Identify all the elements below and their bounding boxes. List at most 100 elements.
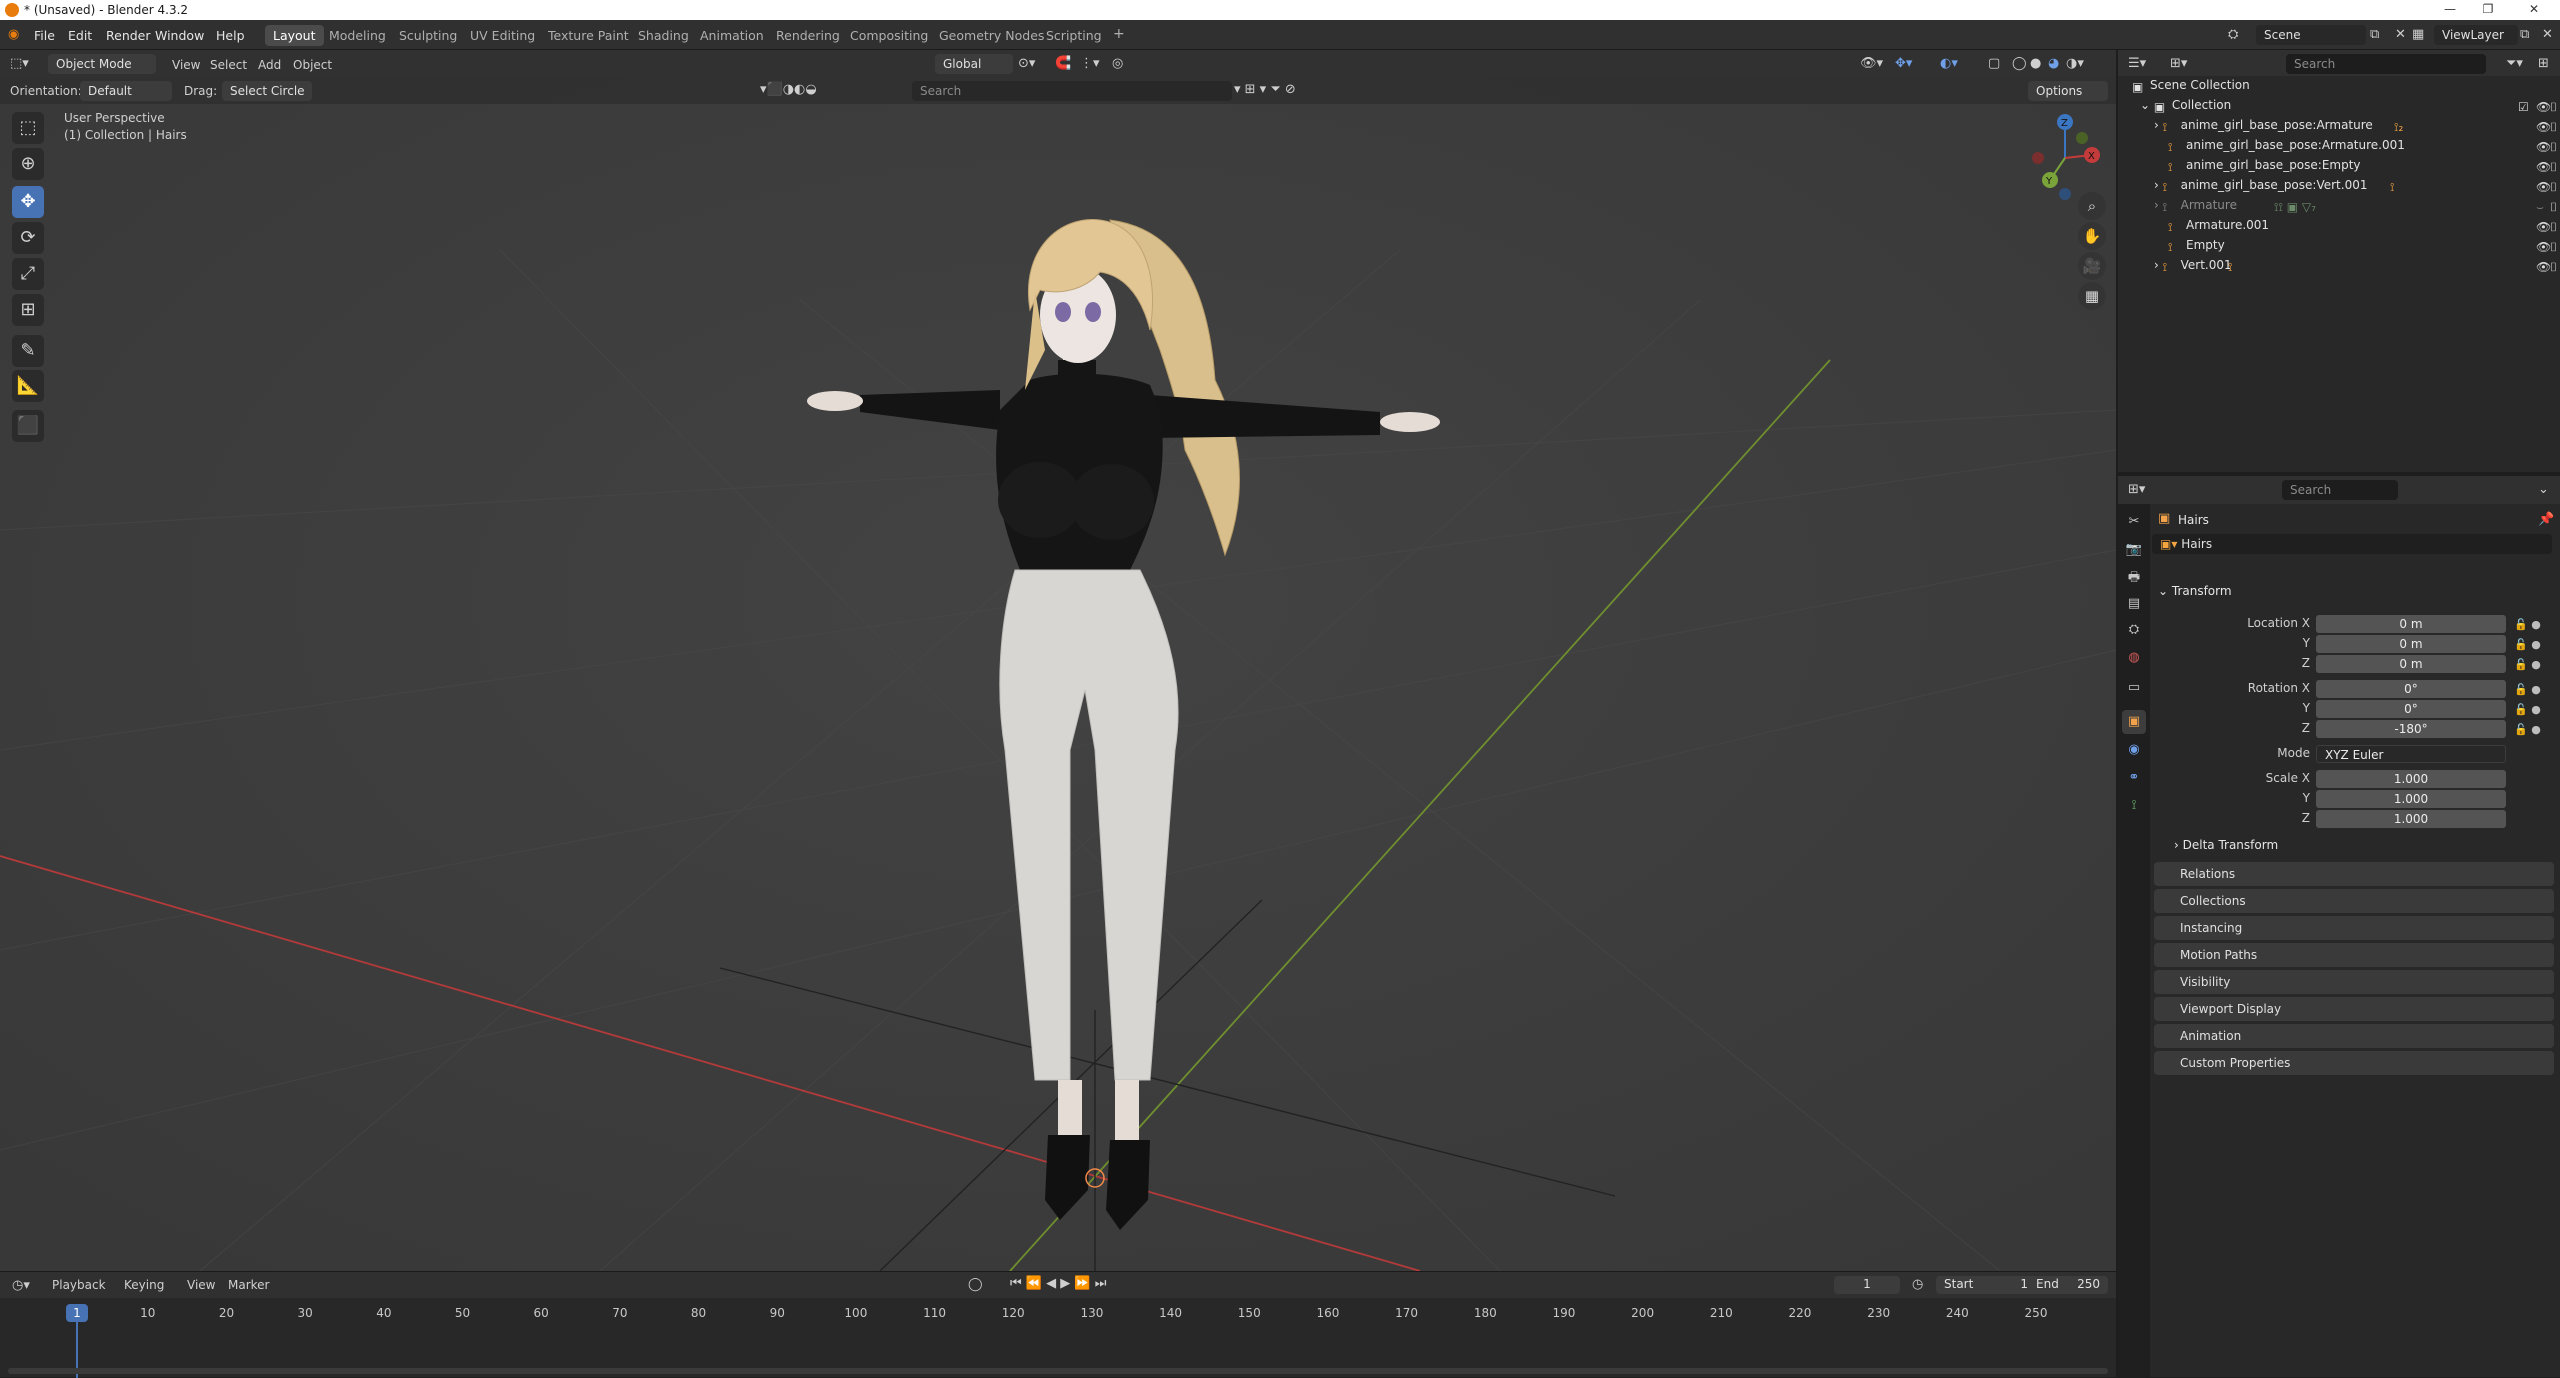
rendered-shading-icon[interactable]: ◑▾ — [2066, 56, 2084, 71]
gizmo-toggle-icon[interactable]: ✥▾ — [1895, 56, 1912, 71]
expand-arrow-icon[interactable]: › — [2154, 118, 2163, 132]
collapse-arrow-icon[interactable]: ⌄ — [2140, 98, 2154, 112]
tab-scripting[interactable]: Scripting — [1038, 25, 1110, 46]
current-frame-field[interactable]: 1 — [1834, 1276, 1900, 1294]
display-mode-icon[interactable]: ⊞▾ — [2170, 56, 2187, 71]
collections-panel[interactable]: Collections — [2154, 889, 2554, 913]
rotation-z-field[interactable]: -180° — [2316, 720, 2506, 738]
scene-tab-icon[interactable]: ⛭ — [2122, 618, 2146, 642]
pan-view-icon[interactable]: ✋ — [2078, 222, 2106, 250]
new-scene-icon[interactable]: ⧉ — [2370, 27, 2379, 42]
menu-timeline-view[interactable]: View — [187, 1278, 215, 1292]
outliner-editor-icon[interactable]: ☰▾ — [2128, 56, 2146, 71]
transform-tool[interactable]: ⊞ — [12, 294, 44, 326]
render-camera-icon[interactable]: ⌷ — [2550, 180, 2557, 195]
constraints-tab-icon[interactable]: ⚭ — [2122, 766, 2146, 790]
outliner-search-input[interactable]: Search — [2286, 54, 2486, 74]
menu-add[interactable]: Add — [258, 58, 281, 72]
3d-viewport[interactable]: ⬚ ⊕ ✥ ⟳ ⤢ ⊞ ✎ 📐 ⬛ User Perspective (1) C… — [0, 50, 2116, 1271]
tab-compositing[interactable]: Compositing — [842, 25, 936, 46]
menu-edit[interactable]: Edit — [68, 28, 92, 43]
tab-uv-editing[interactable]: UV Editing — [462, 25, 543, 46]
data-tab-icon[interactable]: ⟟ — [2122, 794, 2146, 818]
expand-arrow-icon[interactable]: › — [2154, 178, 2163, 192]
properties-options-icon[interactable]: ⌄ — [2538, 482, 2549, 497]
auto-keying-icon[interactable]: ◯ — [968, 1277, 983, 1292]
location-z-field[interactable]: 0 m — [2316, 655, 2506, 673]
scale-y-field[interactable]: 1.000 — [2316, 790, 2506, 808]
tool-tab-icon[interactable]: ✂ — [2122, 510, 2146, 534]
scale-tool[interactable]: ⤢ — [12, 258, 44, 290]
list-item[interactable]: › ⟟ anime_girl_base_pose:Armature ⟟₂ 👁 ⌷ — [2118, 118, 2560, 138]
list-item[interactable]: › ⟟ Armature ⟟⟟ ▣ ▽₇ ⌣ ⌷ — [2118, 198, 2560, 218]
rotation-y-field[interactable]: 0° — [2316, 700, 2506, 718]
hide-eye-icon[interactable]: 👁 — [2536, 180, 2551, 194]
render-camera-icon[interactable]: ⌷ — [2550, 160, 2557, 175]
list-item[interactable]: ⟟ anime_girl_base_pose:Empty 👁 ⌷ — [2118, 158, 2560, 178]
hidden-eye-icon[interactable]: ⌣ — [2536, 200, 2544, 215]
blender-menu-icon[interactable]: ◉ — [8, 27, 19, 42]
scale-z-field[interactable]: 1.000 — [2316, 810, 2506, 828]
location-y-field[interactable]: 0 m — [2316, 635, 2506, 653]
object-tab-icon[interactable]: ▣ — [2122, 710, 2146, 734]
xray-toggle-icon[interactable]: ▢ — [1988, 56, 2000, 71]
scene-selector[interactable]: Scene — [2256, 25, 2366, 45]
ortho-toggle-icon[interactable]: ▦ — [2078, 282, 2106, 310]
relations-panel[interactable]: Relations — [2154, 862, 2554, 886]
viewport-display-panel[interactable]: Viewport Display — [2154, 997, 2554, 1021]
lock-icon[interactable]: 🔓 ● — [2514, 720, 2554, 740]
hide-eye-icon[interactable]: 👁 — [2536, 160, 2551, 174]
view-layer-tab-icon[interactable]: ▤ — [2122, 592, 2146, 616]
object-name-field[interactable]: ▣▾ Hairs — [2152, 534, 2552, 554]
snap-increment-icon[interactable]: ⋮▾ — [1080, 56, 1100, 71]
menu-select[interactable]: Select — [210, 58, 247, 72]
lock-icon[interactable]: 🔓 ● — [2514, 615, 2554, 635]
visibility-toggle-icon[interactable]: 👁▾ — [1860, 56, 1883, 71]
menu-view[interactable]: View — [172, 58, 200, 72]
annotate-tool[interactable]: ✎ — [12, 335, 44, 367]
tab-rendering[interactable]: Rendering — [768, 25, 848, 46]
instancing-panel[interactable]: Instancing — [2154, 916, 2554, 940]
visibility-panel[interactable]: Visibility — [2154, 970, 2554, 994]
render-camera-icon[interactable]: ⌷ — [2550, 100, 2557, 115]
mode-selector[interactable]: Object Mode — [48, 54, 156, 74]
render-camera-icon[interactable]: ⌷ — [2550, 240, 2557, 255]
custom-properties-panel[interactable]: Custom Properties — [2154, 1051, 2554, 1075]
preview-range-icon[interactable]: ◷ — [1912, 1277, 1923, 1292]
material-shading-icon[interactable]: ◕ — [2048, 56, 2059, 71]
properties-search-input[interactable]: Search — [2282, 480, 2398, 500]
list-item[interactable]: › ⟟ anime_girl_base_pose:Vert.001 ⟟ 👁 ⌷ — [2118, 178, 2560, 198]
tab-animation[interactable]: Animation — [692, 25, 772, 46]
list-item[interactable]: ⟟ anime_girl_base_pose:Armature.001 👁 ⌷ — [2118, 138, 2560, 158]
rotation-mode-select[interactable]: XYZ Euler — [2316, 745, 2506, 763]
hide-eye-icon[interactable]: 👁 — [2536, 120, 2551, 134]
maximize-button[interactable]: ❐ — [2478, 2, 2498, 16]
playhead-marker[interactable]: 1 — [66, 1304, 88, 1322]
transform-orientation-selector[interactable]: Global — [935, 54, 1013, 74]
minimize-button[interactable]: — — [2440, 2, 2460, 16]
close-window-button[interactable]: ✕ — [2524, 2, 2544, 16]
add-workspace-button[interactable]: + — [1105, 23, 1133, 44]
menu-keying[interactable]: Keying — [124, 1278, 164, 1292]
lock-icon[interactable]: 🔓 ● — [2514, 700, 2554, 720]
add-cube-tool[interactable]: ⬛ — [12, 410, 44, 442]
delete-viewlayer-icon[interactable]: ✕ — [2542, 27, 2553, 42]
expand-arrow-icon[interactable]: › — [2154, 258, 2163, 272]
menu-file[interactable]: File — [34, 28, 55, 43]
camera-view-icon[interactable]: 🎥 — [2078, 252, 2106, 280]
tab-modeling[interactable]: Modeling — [321, 25, 394, 46]
options-dropdown[interactable]: Options — [2028, 81, 2108, 101]
lock-icon[interactable]: 🔓 ● — [2514, 655, 2554, 675]
drag-selector[interactable]: Select Circle — [222, 81, 312, 101]
outliner-filter-icon[interactable]: ⏷▾ — [2506, 56, 2523, 71]
snap-icon[interactable]: 🧲 — [1055, 56, 1071, 71]
tab-sculpting[interactable]: Sculpting — [391, 25, 465, 46]
hide-eye-icon[interactable]: 👁 — [2536, 140, 2551, 154]
frame-ruler[interactable]: 10 20 30 40 50 60 70 80 90 100 110 120 130 140 150 160 1… — [0, 1306, 2116, 1326]
render-camera-icon[interactable]: ⌷ — [2550, 260, 2557, 275]
menu-window[interactable]: Window — [155, 28, 204, 43]
filter-icons[interactable]: ▾ ⊞ ▾ ⏷ ⊘ — [1234, 82, 1296, 97]
physics-tab-icon[interactable]: ◉ — [2122, 738, 2146, 762]
hide-eye-icon[interactable]: 👁 — [2536, 260, 2551, 274]
proportional-edit-icon[interactable]: ◎ — [1112, 56, 1123, 71]
